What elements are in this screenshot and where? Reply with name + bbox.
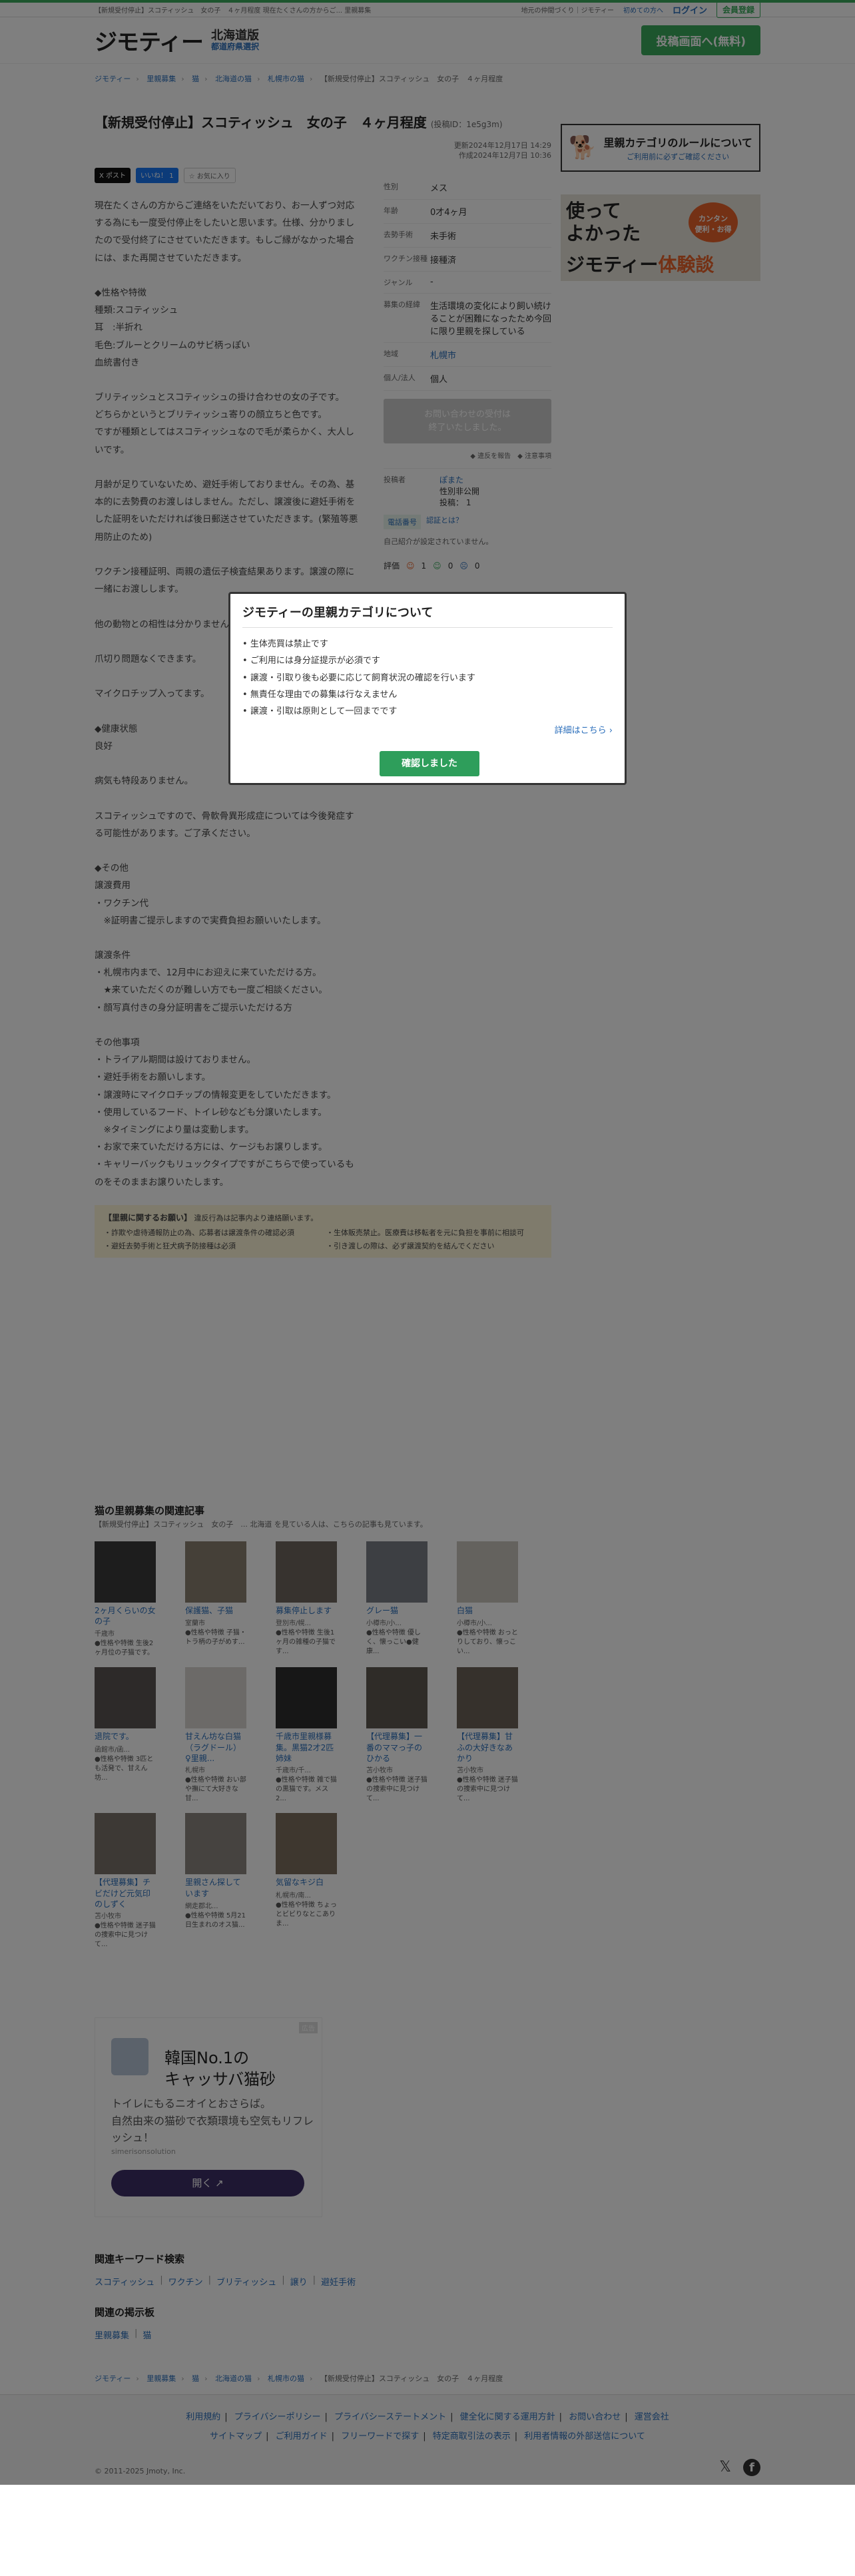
modal-rule: ご利用には身分証提示が必須です — [242, 652, 613, 669]
modal-details-link[interactable]: 詳細はこちら › — [242, 723, 613, 736]
modal-rule: 生体売買は禁止です — [242, 636, 613, 652]
modal-overlay[interactable] — [0, 0, 855, 2485]
modal-confirm-button[interactable]: 確認しました — [380, 751, 479, 776]
page-bottom-blank — [0, 2485, 855, 2576]
modal-rule: 譲渡・引取は原則として一回までです — [242, 703, 613, 720]
modal-rule: 無責任な理由での募集は行なえません — [242, 686, 613, 703]
modal-rule: 譲渡・引取り後も必要に応じて飼育状況の確認を行います — [242, 670, 613, 686]
modal-title: ジモティーの里親カテゴリについて — [242, 603, 613, 628]
rules-modal: ジモティーの里親カテゴリについて 生体売買は禁止です ご利用には身分証提示が必須… — [228, 592, 627, 785]
